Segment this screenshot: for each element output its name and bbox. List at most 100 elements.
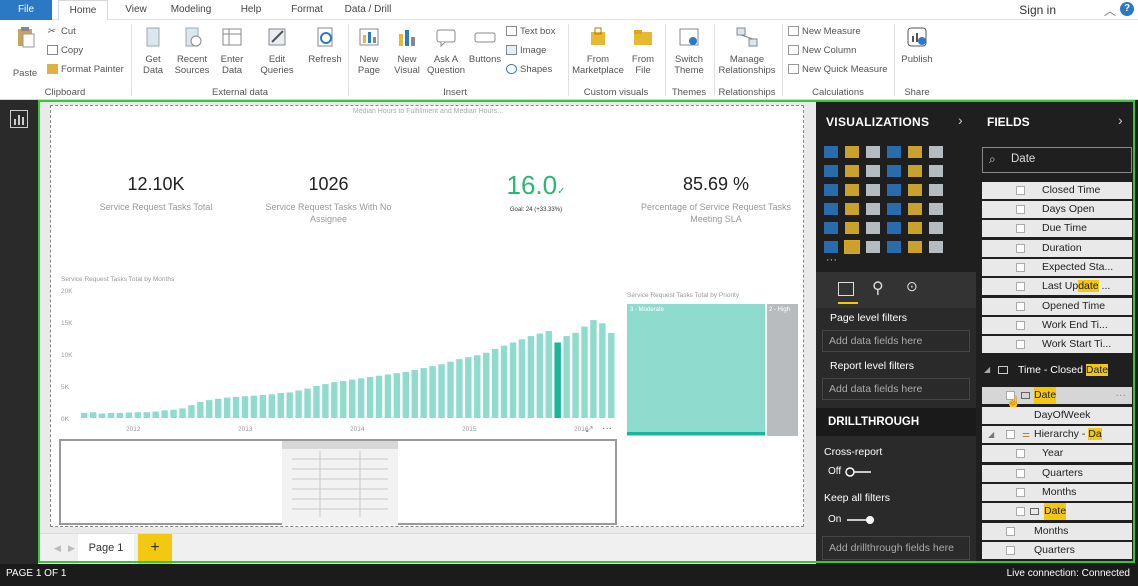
visual-type-icon[interactable] — [845, 165, 859, 177]
cross-report-toggle[interactable]: Off — [828, 466, 873, 477]
enter-data-button[interactable]: Enter Data — [216, 26, 248, 76]
chart-bar[interactable] — [438, 364, 445, 418]
visual-type-icon[interactable] — [824, 203, 838, 215]
checkbox[interactable] — [1016, 224, 1025, 233]
tab-data-drill[interactable]: Data / Drill — [338, 0, 398, 20]
chart-bar[interactable] — [241, 396, 249, 418]
selected-visual-placeholder[interactable] — [59, 439, 617, 525]
chart-bar[interactable] — [277, 393, 284, 418]
prev-page-icon[interactable]: ◀ — [54, 543, 61, 554]
field-item[interactable]: Expected Sta... — [982, 259, 1132, 276]
checkbox[interactable] — [1016, 282, 1025, 291]
treemap-tile-high[interactable]: 2 - High — [767, 304, 798, 436]
shapes-button[interactable]: Shapes — [506, 64, 552, 76]
page-filters-dropzone[interactable]: Add data fields here — [822, 330, 970, 352]
field-item[interactable]: DayOfWeek — [982, 407, 1132, 424]
visual-type-icon[interactable] — [887, 203, 901, 215]
checkbox[interactable] — [1016, 205, 1025, 214]
report-view-icon[interactable] — [10, 110, 28, 128]
new-measure-button[interactable]: New Measure — [788, 26, 861, 38]
chart-bar[interactable] — [143, 412, 150, 418]
kpi-card[interactable]: 1026 Service Request Tasks With No Assig… — [256, 174, 401, 225]
collapse-ribbon-icon[interactable]: ︿ — [1104, 2, 1116, 19]
field-item-date-hovered[interactable]: Date ··· — [982, 387, 1132, 404]
chart-bar[interactable] — [483, 352, 490, 418]
tab-format[interactable]: Format — [284, 0, 330, 20]
visual-type-icon[interactable] — [908, 146, 922, 158]
chart-bar[interactable] — [474, 355, 481, 418]
table-time-closed-date[interactable]: ◢ Time - Closed Date — [982, 360, 1132, 380]
bar-chart[interactable]: Service Request Tasks Total by Months 20… — [59, 276, 629, 436]
collapse-pane-icon[interactable]: › — [958, 112, 963, 128]
chart-bar[interactable] — [456, 359, 463, 418]
fields-tab-icon[interactable] — [838, 282, 854, 296]
visual-type-icon[interactable] — [908, 241, 922, 253]
visual-type-icon[interactable] — [845, 222, 859, 234]
visual-type-icon[interactable] — [866, 222, 880, 234]
visual-type-icon[interactable] — [908, 222, 922, 234]
chart-bar[interactable] — [554, 342, 561, 418]
field-item[interactable]: Opened Time — [982, 298, 1132, 315]
chart-bar[interactable] — [223, 397, 231, 418]
chart-bar[interactable] — [268, 394, 276, 418]
checkbox[interactable] — [1016, 488, 1025, 497]
visual-type-icon[interactable] — [824, 146, 838, 158]
kpi-card[interactable]: 85.69 % Percentage of Service Request Ta… — [641, 174, 791, 225]
chart-bar[interactable] — [349, 379, 356, 418]
chart-bar[interactable] — [357, 378, 365, 418]
chart-bar[interactable] — [518, 339, 526, 418]
chart-bar[interactable] — [98, 413, 106, 418]
checkbox[interactable] — [1016, 507, 1025, 516]
new-page-button[interactable]: New Page — [352, 26, 386, 76]
visual-type-icon[interactable] — [866, 165, 880, 177]
checkbox[interactable] — [1006, 546, 1015, 555]
chart-bar[interactable] — [89, 412, 97, 418]
paste-button[interactable]: Paste — [8, 26, 42, 79]
field-item[interactable]: Year — [982, 445, 1132, 462]
checkbox[interactable] — [1016, 263, 1025, 272]
edit-queries-button[interactable]: Edit Queries — [256, 26, 298, 76]
chart-bar[interactable] — [197, 402, 204, 418]
chart-bar[interactable] — [81, 412, 88, 418]
collapse-pane-icon[interactable]: › — [1118, 112, 1123, 128]
chart-bar[interactable] — [134, 412, 142, 418]
chart-bar[interactable] — [563, 336, 570, 418]
more-options-icon[interactable]: ··· — [602, 423, 612, 434]
chart-bar[interactable] — [429, 366, 436, 418]
chart-bar[interactable] — [322, 384, 329, 418]
tab-help[interactable]: Help — [233, 0, 269, 20]
expand-arrow-icon[interactable]: ◢ — [984, 360, 990, 380]
checkbox[interactable] — [1006, 430, 1015, 439]
visual-type-icon[interactable] — [845, 146, 859, 158]
format-roller-icon[interactable]: ⚲ — [872, 278, 884, 298]
next-page-icon[interactable]: ▶ — [68, 543, 75, 554]
visual-type-icon[interactable] — [887, 241, 901, 253]
field-item[interactable]: Quarters — [982, 542, 1132, 559]
page-tab-1[interactable]: Page 1 — [78, 534, 134, 564]
chart-bar[interactable] — [304, 388, 311, 418]
checkbox[interactable] — [1016, 244, 1025, 253]
chart-bar[interactable] — [402, 371, 410, 418]
visual-type-icon[interactable] — [929, 165, 943, 177]
chart-bar[interactable] — [375, 375, 383, 418]
chart-bar[interactable] — [232, 396, 240, 418]
switch-theme-button[interactable]: Switch Theme — [668, 26, 710, 76]
field-item[interactable]: Duration — [982, 240, 1132, 257]
field-item[interactable]: Months — [982, 484, 1132, 501]
chart-bar[interactable] — [420, 368, 427, 418]
new-column-button[interactable]: New Column — [788, 45, 856, 57]
chart-bar[interactable] — [491, 348, 499, 418]
chart-bar[interactable] — [545, 330, 552, 418]
visual-type-icon[interactable] — [824, 241, 838, 253]
chart-bar[interactable] — [170, 409, 177, 418]
recent-sources-button[interactable]: Recent Sources — [172, 26, 212, 76]
chart-bar[interactable] — [107, 412, 115, 418]
chart-bar[interactable] — [259, 394, 267, 418]
visual-type-icon[interactable] — [908, 184, 922, 196]
chart-bar[interactable] — [366, 377, 374, 418]
visual-type-icon[interactable] — [929, 146, 943, 158]
chart-bar[interactable] — [572, 332, 579, 418]
field-item[interactable]: Work Start Ti... — [982, 336, 1132, 353]
chart-bar[interactable] — [599, 323, 606, 418]
chart-bar[interactable] — [152, 411, 159, 418]
